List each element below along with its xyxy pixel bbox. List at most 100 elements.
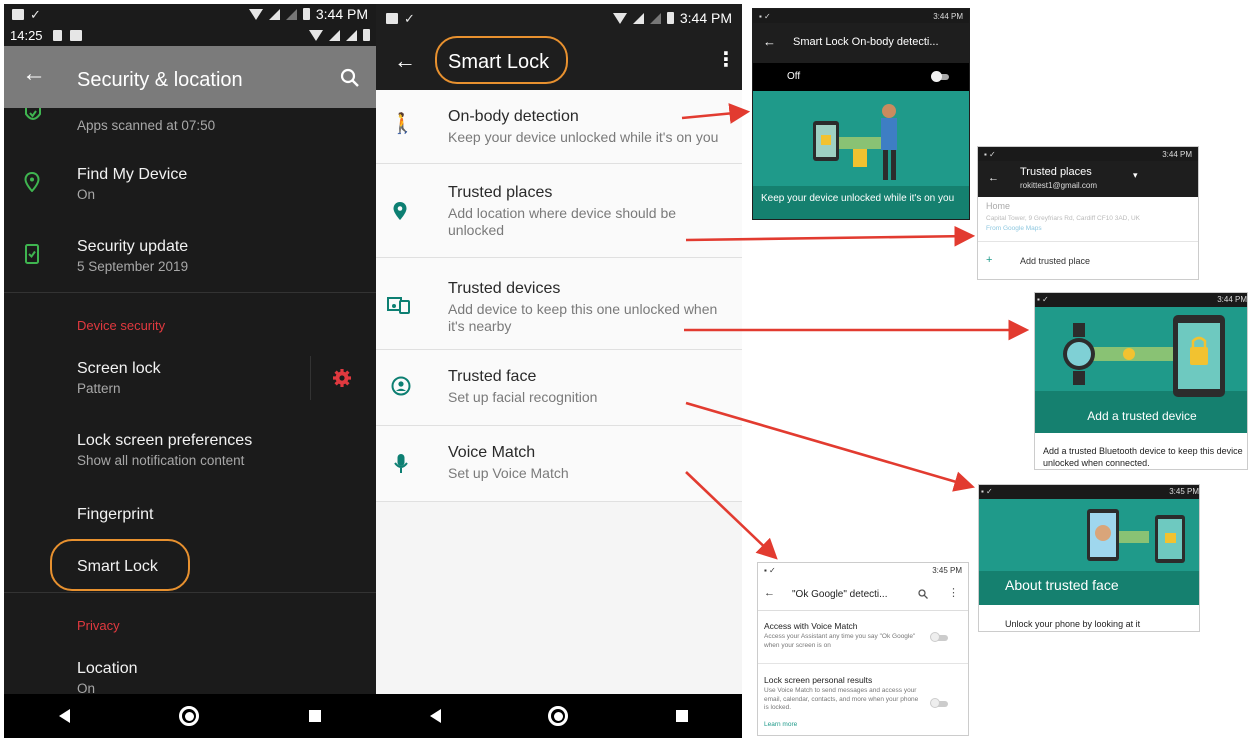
fingerprint-title: Fingerprint	[77, 506, 154, 523]
item-title: Voice Match	[448, 444, 536, 461]
card-status-time: 3:44 PM	[933, 11, 963, 21]
lock-prefs-sub: Show all notification content	[77, 453, 245, 468]
trusted-places-item[interactable]: Trusted places Add location where device…	[376, 164, 742, 258]
section-device-security: Device security	[77, 318, 166, 333]
item-title: On-body detection	[448, 108, 579, 125]
fingerprint-row[interactable]: Fingerprint	[4, 498, 376, 538]
trusted-devices-card: ▪ ✓ 3:44 PM Add a trusted device Add a tr…	[1034, 292, 1248, 470]
home-source: From Google Maps	[986, 225, 1042, 232]
back-arrow-icon[interactable]: ←	[394, 50, 416, 72]
battery-icon	[666, 12, 674, 24]
wifi-icon	[612, 12, 627, 24]
phone-update-icon	[25, 244, 39, 264]
card-title: "Ok Google" detecti...	[792, 589, 888, 600]
learn-more-link[interactable]: Learn more	[764, 721, 797, 728]
back-arrow-icon[interactable]: ←	[764, 587, 775, 599]
more-options-icon[interactable]: ⋮	[948, 586, 959, 599]
back-arrow-icon[interactable]: ←	[988, 172, 999, 184]
security-update-sub: 5 September 2019	[77, 259, 189, 274]
voice-match-item[interactable]: Voice Match Set up Voice Match	[376, 426, 742, 502]
battery-icon-2	[363, 29, 370, 41]
section-privacy: Privacy	[77, 618, 120, 633]
card-status-time: 3:44 PM	[1162, 149, 1192, 159]
card-title: Smart Lock On-body detecti...	[793, 36, 939, 48]
lock-screen-prefs-row[interactable]: Lock screen preferences Show all notific…	[4, 424, 376, 480]
signal-icon-3	[329, 29, 340, 41]
play-protect-sub: Apps scanned at 07:50	[77, 118, 216, 133]
trusted-devices-item[interactable]: Trusted devices Add device to keep this …	[376, 258, 742, 350]
secondary-time: 14:25	[10, 27, 43, 43]
location-title: Location	[77, 660, 138, 677]
add-trusted-place[interactable]: Add trusted place	[1020, 256, 1090, 266]
card-status-bar: ▪ ✓ 3:44 PM	[753, 9, 969, 23]
search-icon[interactable]	[918, 589, 928, 599]
lock-toggle-thumb[interactable]	[930, 698, 940, 708]
location-row[interactable]: Location On	[4, 654, 376, 698]
devices-icon	[387, 297, 410, 314]
play-protect-row[interactable]: Apps scanned at 07:50	[4, 108, 376, 152]
shield-icon	[25, 108, 41, 120]
security-update-title: Security update	[77, 238, 189, 255]
card-toggle-row[interactable]: Off	[753, 63, 969, 91]
lock-prefs-title: Lock screen preferences	[77, 432, 253, 449]
nav-recents-icon[interactable]	[676, 710, 689, 722]
smart-lock-highlight	[50, 539, 190, 591]
status-bar: ✓ 3:44 PM	[376, 4, 742, 32]
on-body-detection-card: ▪ ✓ 3:44 PM ← Smart Lock On-body detecti.…	[752, 8, 970, 220]
image-notif-icon	[69, 29, 82, 41]
gear-icon[interactable]	[332, 368, 352, 388]
find-my-device-sub: On	[77, 187, 96, 202]
trusted-face-card: ▪ ✓ 3:45 PM About trusted face Unlock you…	[978, 484, 1200, 632]
navigation-bar	[376, 694, 742, 738]
nav-home-icon[interactable]	[548, 706, 569, 726]
more-options-icon[interactable]: ⋮	[716, 50, 736, 70]
card-status-time: 3:45 PM	[1169, 487, 1199, 496]
trusted-places-card: ▪ ✓ 3:44 PM ← Trusted places rokittest1@g…	[977, 146, 1199, 280]
back-arrow-icon[interactable]: ←	[22, 62, 46, 86]
find-my-device-title: Find My Device	[77, 166, 188, 183]
divider	[758, 663, 968, 664]
nav-recents-icon[interactable]	[309, 710, 322, 722]
image-notif-icon	[386, 12, 398, 24]
nav-back-icon[interactable]	[429, 709, 441, 723]
access-toggle-thumb[interactable]	[930, 632, 940, 642]
card-status-time: 3:44 PM	[1217, 295, 1247, 304]
find-my-device-row[interactable]: Find My Device On	[4, 162, 376, 218]
app-bar: ✓ 3:44 PM ← Smart Lock ⋮	[376, 4, 742, 90]
microphone-icon	[394, 454, 408, 473]
card-account: rokittest1@gmail.com	[1020, 181, 1098, 190]
card-status-bar: ▪ ✓ 3:44 PM	[978, 147, 1198, 161]
access-sub: Access your Assistant any time you say "…	[764, 633, 916, 649]
on-body-detection-item[interactable]: 🚶 On-body detection Keep your device unl…	[376, 90, 742, 164]
toolbar: ← Security & location	[4, 46, 376, 108]
screen-lock-row[interactable]: Screen lock Pattern	[4, 352, 376, 408]
status-time: 3:44 PM	[315, 6, 368, 22]
card-description: Add a trusted Bluetooth device to keep t…	[1043, 446, 1243, 468]
lock-notif-icon	[52, 29, 62, 41]
add-icon[interactable]: +	[986, 254, 992, 266]
signal-icon-4	[346, 29, 357, 41]
security-location-screen: ✓ 3:44 PM 14:25 ← Security & location Ap…	[4, 4, 376, 738]
back-arrow-icon[interactable]: ←	[763, 34, 776, 49]
nav-back-icon[interactable]	[58, 709, 70, 723]
nav-home-icon[interactable]	[179, 706, 200, 726]
divider	[978, 241, 1198, 242]
face-icon	[391, 376, 411, 396]
card-title: Trusted places	[1020, 166, 1092, 178]
item-sub: Add location where device should be unlo…	[448, 205, 677, 238]
security-update-row[interactable]: Security update 5 September 2019	[4, 234, 376, 290]
navigation-bar	[4, 694, 376, 738]
card-banner: About trusted face	[1005, 577, 1119, 593]
toggle-thumb[interactable]	[931, 71, 942, 82]
card-status-time: 3:45 PM	[932, 565, 962, 575]
smart-lock-screen: ✓ 3:44 PM ← Smart Lock ⋮ 🚶 On-body detec…	[376, 4, 742, 738]
card-toolbar: ← Trusted places rokittest1@gmail.com ▾	[978, 161, 1198, 197]
system-icons: 3:44 PM	[248, 6, 368, 22]
lock-results-title: Lock screen personal results	[764, 675, 873, 685]
check-notif-icon: ✓	[404, 10, 415, 26]
divider	[4, 292, 376, 293]
trusted-face-item[interactable]: Trusted face Set up facial recognition	[376, 350, 742, 426]
item-title: Trusted places	[448, 184, 553, 201]
dropdown-icon[interactable]: ▾	[1133, 170, 1138, 181]
search-icon[interactable]	[340, 68, 360, 88]
